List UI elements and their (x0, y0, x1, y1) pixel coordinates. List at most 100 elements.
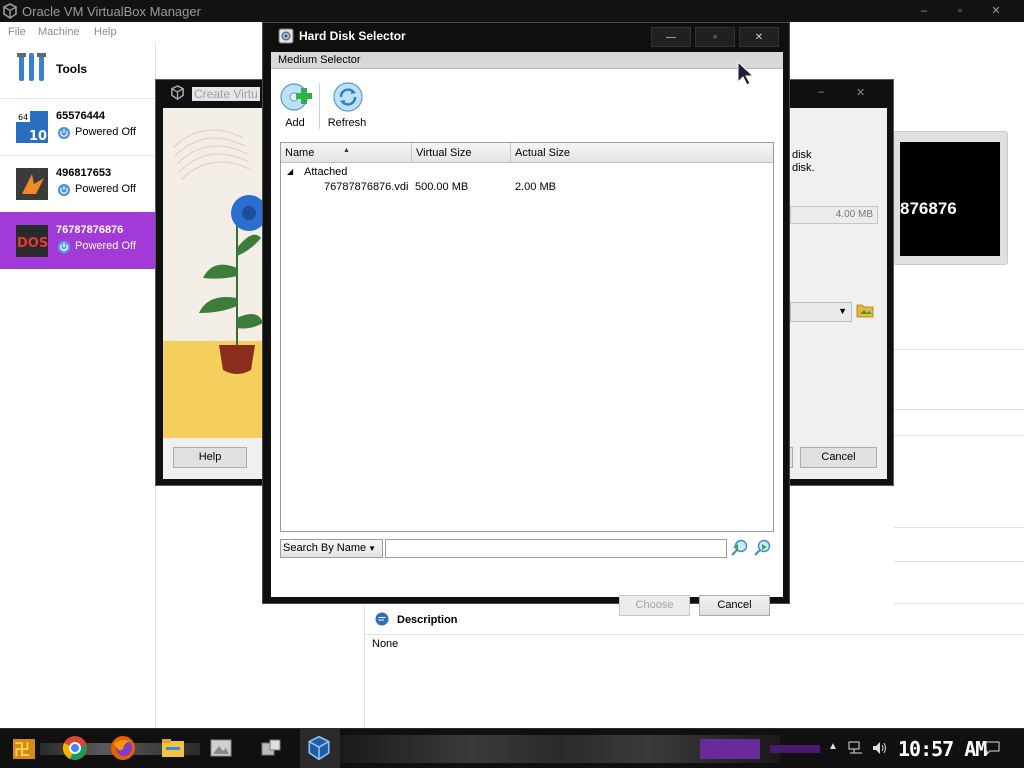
chevron-down-icon: ▼ (838, 306, 847, 316)
manager-title: Oracle VM VirtualBox Manager (22, 4, 201, 19)
column-actual-size[interactable]: Actual Size (511, 143, 773, 163)
wizard-text-line: disk (792, 149, 812, 161)
vm-preview-screen: 876876 (900, 142, 1000, 256)
disk-name: 76787876876.vdi (324, 181, 409, 193)
windows10-64-icon: 64 10 (16, 111, 48, 144)
powered-off-icon (57, 183, 71, 200)
medium-selector-label: Medium Selector (278, 54, 361, 66)
notifications-icon[interactable] (984, 741, 1000, 758)
medium-tree[interactable]: ▲ Name Virtual Size Actual Size ◢ Attach… (280, 142, 774, 532)
os-orange-icon (16, 168, 48, 200)
vm-state: Powered Off (75, 240, 136, 252)
tray-expand-icon[interactable]: ▲ (828, 741, 838, 752)
tools-icon (16, 51, 48, 88)
description-title: Description (397, 614, 458, 626)
maximize-button[interactable]: ▫ (940, 0, 980, 22)
description-section: Description None (364, 605, 1024, 728)
chrome-icon[interactable] (62, 735, 90, 763)
vm-name: 65576444 (56, 110, 105, 122)
table-row[interactable]: 76787876876.vdi 500.00 MB 2.00 MB (281, 180, 773, 195)
menu-machine[interactable]: Machine (38, 26, 80, 38)
vm-sidebar: Tools 64 10 65576444 Powered Off 49681765… (0, 42, 156, 728)
start-icon[interactable]: 卍 (10, 735, 38, 763)
detail-section (894, 350, 1024, 410)
wizard-text-line: disk. (792, 162, 815, 174)
powered-off-icon (57, 126, 71, 143)
svg-text:DOS: DOS (17, 236, 48, 251)
add-disk-icon (279, 81, 313, 118)
wizard-minimize-button[interactable]: – (818, 86, 824, 98)
detail-section (894, 562, 1024, 604)
vm-state: Powered Off (75, 126, 136, 138)
taskbar: 卍 ▲ 10:57 AM (0, 728, 1024, 768)
wizard-close-button[interactable]: ✕ (856, 86, 865, 99)
speech-bubble-icon (374, 612, 390, 631)
group-label: Attached (304, 166, 348, 178)
description-header[interactable]: Description (365, 605, 1024, 635)
disk-location-combo[interactable]: ▼ (790, 302, 852, 322)
search-previous-icon[interactable] (730, 539, 748, 560)
svg-text:10: 10 (29, 129, 47, 143)
virtualbox-logo-icon (2, 3, 18, 22)
selector-minimize-button[interactable]: — (651, 27, 691, 47)
disk-size-field[interactable]: 4.00 MB (790, 206, 878, 224)
taskbar-clock[interactable]: 10:57 AM (898, 737, 987, 761)
gallery-icon[interactable] (208, 735, 236, 763)
tools-label: Tools (56, 62, 88, 76)
wizard-illustration (163, 108, 263, 438)
svg-text:卍: 卍 (14, 740, 30, 759)
powered-off-icon (57, 240, 71, 257)
expand-arrow-icon[interactable]: ◢ (287, 167, 293, 176)
vm-name: 76787876876 (56, 224, 124, 236)
cancel-button[interactable]: Cancel (699, 595, 770, 616)
vm-item-496817653[interactable]: 496817653 Powered Off (0, 155, 156, 212)
package-icon[interactable] (258, 735, 286, 763)
svg-text:64: 64 (18, 113, 28, 122)
disk-virtual-size: 500.00 MB (415, 181, 469, 193)
tools-item[interactable]: Tools (0, 42, 156, 98)
wizard-help-button[interactable]: Help (173, 447, 247, 468)
toolbar-separator (319, 83, 320, 129)
search-next-icon[interactable] (753, 539, 771, 560)
selector-close-button[interactable]: ✕ (739, 27, 779, 47)
tree-group-attached[interactable]: ◢ Attached (281, 165, 773, 180)
vm-item-76787876876[interactable]: DOS 76787876876 Powered Off (0, 212, 156, 269)
volume-icon[interactable] (872, 741, 888, 758)
vm-item-65576444[interactable]: 64 10 65576444 Powered Off (0, 98, 156, 155)
minimize-button[interactable]: – (904, 0, 944, 22)
menu-file[interactable]: File (8, 26, 26, 38)
add-label: Add (285, 117, 305, 129)
search-input[interactable] (385, 539, 727, 558)
virtualbox-icon[interactable] (306, 735, 334, 763)
close-button[interactable]: ✕ (976, 0, 1016, 22)
sort-up-icon: ▲ (343, 147, 350, 154)
folder-browse-icon[interactable] (856, 302, 874, 321)
vm-name: 496817653 (56, 167, 112, 179)
choose-button[interactable]: Choose (619, 595, 690, 616)
selector-body: Add Refresh ▲ Name Virtual Size Actual S… (269, 69, 783, 616)
search-bar: Search By Name ▼ (280, 539, 774, 559)
file-explorer-icon[interactable] (160, 735, 188, 763)
menu-help[interactable]: Help (94, 26, 117, 38)
virtualbox-logo-icon (170, 85, 185, 103)
vm-preview: 876876 (893, 131, 1008, 265)
medium-selector-header: Medium Selector (271, 52, 783, 69)
refresh-label: Refresh (327, 117, 367, 129)
add-button[interactable]: Add (269, 81, 321, 131)
search-mode-dropdown[interactable]: Search By Name ▼ (280, 539, 383, 558)
network-icon[interactable] (848, 741, 864, 758)
column-virtual-size[interactable]: Virtual Size (412, 143, 511, 163)
detail-section (894, 528, 1024, 562)
wizard-cancel-button[interactable]: Cancel (800, 447, 877, 468)
description-value: None (372, 638, 399, 650)
refresh-button[interactable]: Refresh (321, 81, 373, 131)
preview-text: 876876 (900, 199, 957, 218)
wizard-title: Create Virtu (192, 87, 260, 101)
tree-header: ▲ Name Virtual Size Actual Size (281, 143, 773, 163)
column-name[interactable]: ▲ Name (281, 143, 412, 163)
refresh-icon (331, 81, 365, 118)
selector-maximize-button[interactable]: ▫ (695, 27, 735, 47)
selector-content: Medium Selector Add Refresh ▲ Name Virtu… (269, 52, 783, 616)
vm-state: Powered Off (75, 183, 136, 195)
firefox-icon[interactable] (110, 735, 138, 763)
